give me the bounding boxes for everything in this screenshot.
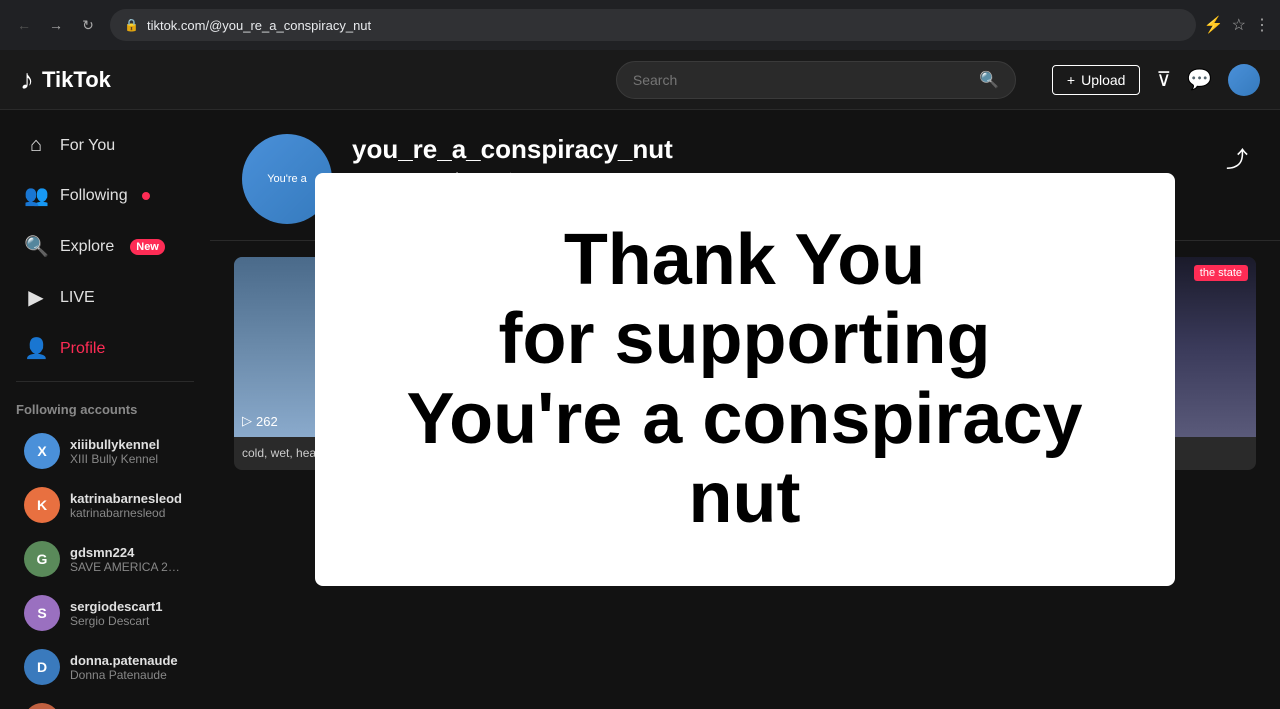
tiktok-logo-text: TikTok [42,67,111,93]
sidebar-explore-label: Explore [60,238,114,256]
user-avatar[interactable] [1228,64,1260,96]
play-icon-1: ▷ [242,413,252,429]
explore-new-badge: New [130,239,165,255]
lock-icon: 🔒 [124,18,139,32]
account-info-xiiibullykennel: xiiibullykennel XIII Bully Kennel [70,437,160,466]
messages-button[interactable]: 💬 [1187,67,1212,92]
following-icon: 👥 [24,183,48,208]
account-avatar-donna-patenaude: D [24,649,60,685]
sidebar-item-for-you[interactable]: ⌂ For You [8,122,202,169]
nav-buttons: ← → ↻ [10,11,102,39]
account-name: gdsmn224 [70,545,186,560]
share-button[interactable]: ⤴ [1226,142,1248,174]
reload-button[interactable]: ↻ [74,11,102,39]
sidebar-nav: ⌂ For You 👥 Following 🔍 Explore New ▶ LI… [0,122,210,373]
account-avatar-sergiodescart1: S [24,595,60,631]
account-name: katrinabarnesleod [70,491,182,506]
account-name: sergiodescart1 [70,599,163,614]
sidebar-for-you-label: For You [60,137,115,155]
state-badge: the state [1194,265,1248,281]
browser-chrome: ← → ↻ 🔒 tiktok.com/@you_re_a_conspiracy_… [0,0,1280,50]
sidebar-following-label: Following [60,187,128,205]
upload-button[interactable]: + Upload [1052,65,1141,95]
account-name: donna.patenaude [70,653,178,668]
tiktok-logo-icon: ♪ [20,64,34,96]
sidebar-item-explore[interactable]: 🔍 Explore New [8,222,202,271]
sidebar-item-following[interactable]: 👥 Following [8,171,202,220]
thank-you-line2: for supporting [375,300,1115,379]
avatar-image [1228,64,1260,96]
account-info-gdsmn224: gdsmn224 SAVE AMERICA 2024 [70,545,186,574]
address-bar[interactable]: 🔒 tiktok.com/@you_re_a_conspiracy_nut [110,9,1196,41]
account-handle: SAVE AMERICA 2024 [70,560,186,574]
account-handle: Donna Patenaude [70,668,178,682]
account-item-katrinabarnesleod[interactable]: K katrinabarnesleod katrinabarnesleod [8,479,202,531]
thank-you-modal[interactable]: Thank You for supporting You're a conspi… [315,173,1175,586]
search-bar[interactable]: 🔍 [616,61,1016,99]
upload-label: Upload [1081,72,1125,88]
following-accounts-label: Following accounts [0,390,210,423]
upload-plus-icon: + [1067,72,1075,88]
account-avatar-xiiibullykennel: X [24,433,60,469]
top-nav-actions: + Upload ⊽ 💬 [1052,64,1260,96]
following-badge [142,192,150,200]
account-avatar-sheenagates79: S [24,703,60,709]
sidebar-item-live[interactable]: ▶ LIVE [8,273,202,322]
sidebar-live-label: LIVE [60,289,95,307]
home-icon: ⌂ [24,134,48,157]
profile-avatar-text: You're a [267,173,307,185]
sidebar-divider [16,381,194,382]
sidebar-profile-label: Profile [60,340,105,358]
thank-you-line1: Thank You [375,221,1115,300]
back-button[interactable]: ← [10,11,38,39]
sidebar-item-profile[interactable]: 👤 Profile [8,324,202,373]
url-text: tiktok.com/@you_re_a_conspiracy_nut [147,18,371,33]
extensions-button[interactable]: ⚡ [1204,15,1224,35]
tiktok-logo: ♪ TikTok [20,64,111,96]
search-input[interactable] [633,72,979,88]
profile-icon: 👤 [24,336,48,361]
sidebar: ⌂ For You 👥 Following 🔍 Explore New ▶ LI… [0,110,210,709]
account-handle: katrinabarnesleod [70,506,182,520]
account-info-katrinabarnesleod: katrinabarnesleod katrinabarnesleod [70,491,182,520]
top-nav: ♪ TikTok 🔍 + Upload ⊽ 💬 [0,50,1280,110]
account-name: xiiibullykennel [70,437,160,452]
account-item-donna-patenaude[interactable]: D donna.patenaude Donna Patenaude [8,641,202,693]
account-item-gdsmn224[interactable]: G gdsmn224 SAVE AMERICA 2024 [8,533,202,585]
more-button[interactable]: ⋮ [1254,15,1270,35]
profile-username: you_re_a_conspiracy_nut [352,134,1206,165]
forward-button[interactable]: → [42,11,70,39]
account-item-sheenagates79[interactable]: S sheenagates79 Sheena Gates [8,695,202,709]
account-info-sergiodescart1: sergiodescart1 Sergio Descart [70,599,163,628]
bookmark-button[interactable]: ☆ [1232,15,1246,35]
thank-you-line3: You're a conspiracy nut [375,380,1115,538]
account-item-xiiibullykennel[interactable]: X xiiibullykennel XIII Bully Kennel [8,425,202,477]
account-avatar-gdsmn224: G [24,541,60,577]
account-handle: Sergio Descart [70,614,163,628]
browser-toolbar: ← → ↻ 🔒 tiktok.com/@you_re_a_conspiracy_… [0,0,1280,50]
browser-actions: ⚡ ☆ ⋮ [1204,15,1270,35]
account-handle: XIII Bully Kennel [70,452,160,466]
account-item-sergiodescart1[interactable]: S sergiodescart1 Sergio Descart [8,587,202,639]
live-icon: ▶ [24,285,48,310]
account-avatar-katrinabarnesleod: K [24,487,60,523]
filter-button[interactable]: ⊽ [1156,67,1171,92]
explore-icon: 🔍 [24,234,48,259]
search-button[interactable]: 🔍 [979,70,999,90]
account-info-donna-patenaude: donna.patenaude Donna Patenaude [70,653,178,682]
